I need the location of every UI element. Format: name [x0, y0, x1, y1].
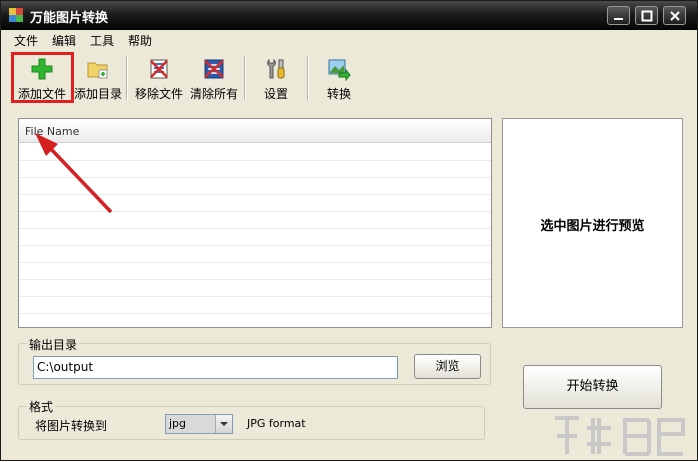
dropdown-button[interactable] — [215, 415, 232, 433]
image-preview: 选中图片进行预览 — [502, 118, 683, 328]
chevron-down-icon — [220, 422, 228, 426]
start-convert-button[interactable]: 开始转换 — [523, 365, 662, 409]
preview-placeholder: 选中图片进行预览 — [540, 219, 645, 234]
format-select[interactable]: jpg — [165, 414, 233, 434]
app-window: 万能图片转换 文件 编辑 工具 帮助 添加文件 添加目录 移除文件 清除所有 设… — [0, 0, 698, 461]
format-description: JPG format — [247, 417, 306, 430]
browse-button[interactable]: 浏览 — [414, 354, 481, 379]
convert-to-label: 将图片转换到 — [35, 419, 108, 433]
output-path-value: C:\output — [37, 360, 94, 374]
output-dir-label: 输出目录 — [27, 336, 80, 353]
format-select-value: jpg — [166, 415, 216, 433]
watermark-logo — [555, 416, 685, 456]
format-label: 格式 — [27, 398, 56, 415]
output-path-input[interactable]: C:\output — [33, 356, 398, 379]
